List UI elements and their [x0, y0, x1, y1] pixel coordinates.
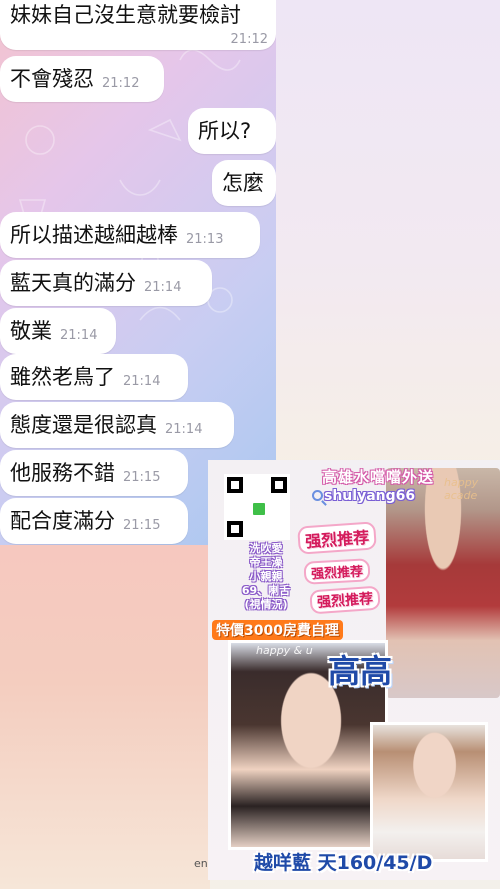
- deco-text-mid: happy & u: [256, 644, 313, 657]
- chat-message: 他服務不錯 21:15: [0, 450, 188, 496]
- service-item: (視情況): [244, 598, 288, 611]
- message-text: 他服務不錯: [10, 461, 115, 485]
- message-time: 21:15: [123, 518, 161, 533]
- message-time: 21:13: [186, 232, 224, 247]
- message-time: 21:14: [60, 328, 98, 343]
- message-text: 怎麼: [222, 171, 264, 195]
- message-text: 妹妹自己沒生意就要檢討: [10, 3, 241, 27]
- chat-message: 妹妹自己沒生意就要檢討 21:12: [0, 0, 276, 50]
- language-label: en: [194, 857, 208, 870]
- message-time: 21:14: [123, 374, 161, 389]
- ad-name: 高高: [328, 652, 393, 690]
- background-bottom: [0, 545, 210, 889]
- message-text: 雖然老鳥了: [10, 365, 115, 389]
- background-right: [270, 0, 500, 470]
- recommend-stamp: 强烈推荐: [297, 521, 377, 555]
- ad-title: 高雄水噹噹外送: [321, 468, 434, 486]
- message-text: 敬業: [10, 319, 52, 343]
- chat-message: 所以描述越細越棒 21:13: [0, 212, 260, 258]
- service-item: 69、喇舌: [241, 584, 291, 597]
- chat-message-outgoing: 所以?: [188, 108, 276, 154]
- ad-stats: 越咩藍 天160/45/D: [254, 852, 433, 874]
- message-text: 藍天真的滿分: [10, 271, 136, 295]
- message-text: 態度還是很認真: [10, 413, 157, 437]
- photo-right: [370, 722, 488, 862]
- message-text: 所以?: [198, 119, 252, 143]
- search-icon: [312, 490, 323, 501]
- chat-message: 態度還是很認真 21:14: [0, 402, 234, 448]
- message-time: 21:12: [102, 76, 140, 91]
- qr-code-icon: [224, 474, 290, 540]
- ad-handle: shulyang66: [324, 488, 416, 504]
- chat-message: 敬業 21:14: [0, 308, 116, 354]
- recommend-stamp: 强烈推荐: [303, 558, 371, 585]
- message-time: 21:14: [165, 422, 203, 437]
- message-text: 配合度滿分: [10, 509, 115, 533]
- message-time: 21:12: [230, 32, 268, 47]
- service-item: 帝王澡: [249, 556, 283, 569]
- message-time: 21:15: [123, 470, 161, 485]
- recommend-stamp: 强烈推荐: [309, 585, 381, 615]
- ad-collage: happy acade happy & u 高雄水噹噹外送 shulyang66…: [208, 460, 500, 880]
- chat-message: 不會殘忍 21:12: [0, 56, 164, 102]
- chat-message: 藍天真的滿分 21:14: [0, 260, 212, 306]
- message-text: 不會殘忍: [10, 67, 94, 91]
- message-time: 21:14: [144, 280, 182, 295]
- service-item: 洗吹愛: [249, 542, 283, 555]
- ad-services-list: 洗吹愛 帝王澡 小親親 69、喇舌 (視情況): [226, 542, 306, 612]
- price-banner: 特價3000房費自理: [212, 620, 343, 640]
- service-item: 小親親: [249, 570, 283, 583]
- chat-message-outgoing: 怎麼: [212, 160, 276, 206]
- chat-message: 雖然老鳥了 21:14: [0, 354, 188, 400]
- chat-message: 配合度滿分 21:15: [0, 498, 188, 544]
- message-text: 所以描述越細越棒: [10, 223, 178, 247]
